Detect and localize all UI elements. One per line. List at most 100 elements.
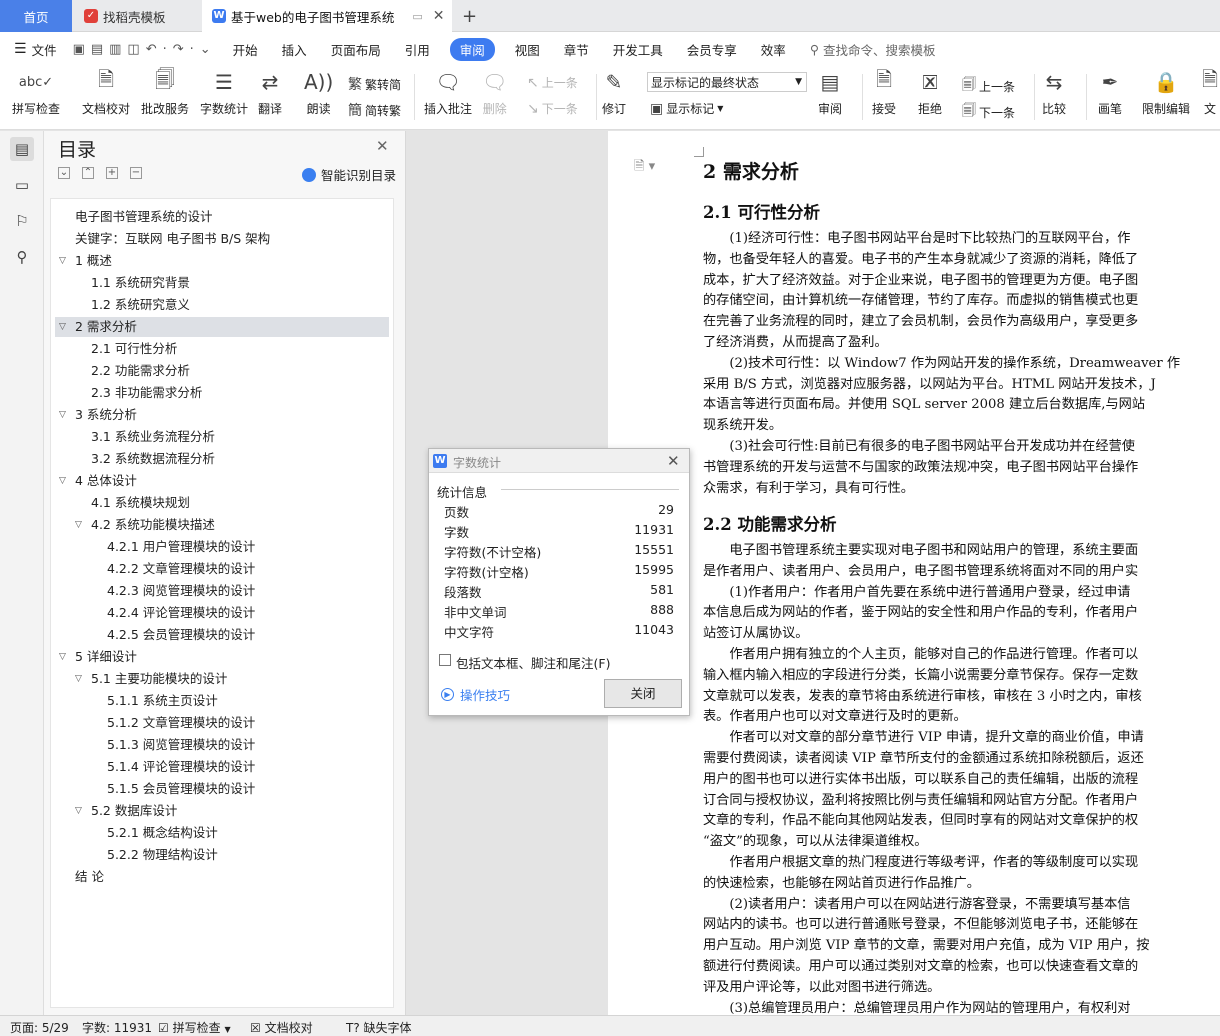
toc-item[interactable]: ▽ 5.1 主要功能模块的设计 — [55, 669, 389, 689]
proofread-button[interactable]: 🗎 文档校对 — [82, 66, 130, 117]
page-options-icon[interactable]: 🗎 ▾ — [634, 157, 655, 179]
tips-link[interactable]: ▶ 操作技巧 — [441, 685, 510, 704]
toc-item[interactable]: ▽ 2 需求分析 — [55, 317, 389, 337]
toc-item[interactable]: 4.1 系统模块规划 — [55, 493, 389, 513]
expand-arrow-icon[interactable]: ▽ — [59, 471, 66, 491]
tab-home[interactable]: 首页 — [0, 0, 72, 32]
insert-comment-button[interactable]: 🗨 插入批注 — [424, 66, 472, 117]
toc-item[interactable]: 5.2.2 物理结构设计 — [55, 845, 389, 865]
toc-item[interactable]: 5.1.3 阅览管理模块的设计 — [55, 735, 389, 755]
ribbon-tab[interactable]: 引用 — [393, 40, 442, 59]
ribbon-tab[interactable]: 开发工具 — [601, 40, 675, 59]
chapter-nav-icon[interactable]: ▭ — [10, 173, 34, 197]
expand-arrow-icon[interactable]: ▽ — [59, 647, 66, 667]
new-tab-button[interactable]: + — [462, 0, 482, 32]
toc-item[interactable]: 3.2 系统数据流程分析 — [55, 449, 389, 469]
ribbon-tab[interactable]: 页面布局 — [319, 40, 393, 59]
toc-item[interactable]: 结 论 — [55, 867, 389, 887]
next-comment-button[interactable]: ↘ 下一条 — [527, 100, 578, 117]
file-menu[interactable]: ☰ 文件 — [0, 40, 69, 59]
close-icon[interactable]: ✕ — [376, 137, 389, 155]
review-pane-button[interactable]: ▤ 审阅 — [818, 66, 842, 117]
trad-to-simp-button[interactable]: 繁繁转简 — [348, 74, 401, 94]
restrict-edit-button[interactable]: 🔒 限制编辑 — [1142, 66, 1190, 117]
prev-comment-button[interactable]: ↖ 上一条 — [527, 74, 578, 91]
ink-button[interactable]: ✒ 画笔 — [1098, 66, 1122, 117]
expand-arrow-icon[interactable]: ▽ — [59, 405, 66, 425]
spell-check-status[interactable]: ☑ 拼写检查 ▼ — [158, 1019, 231, 1036]
toc-panel-icon[interactable]: ▤ — [10, 137, 34, 161]
toc-item[interactable]: 4.2.4 评论管理模块的设计 — [55, 603, 389, 623]
toc-item[interactable]: ▽ 5.2 数据库设计 — [55, 801, 389, 821]
toc-item[interactable]: 5.1.5 会员管理模块的设计 — [55, 779, 389, 799]
word-count-indicator[interactable]: 字数: 11931 — [82, 1019, 152, 1036]
expand-arrow-icon[interactable]: ▽ — [59, 251, 66, 271]
reject-button[interactable]: 🗷 拒绝 — [918, 66, 942, 117]
add-heading-icon[interactable]: + — [106, 167, 118, 179]
compare-button[interactable]: ⇆ 比较 — [1042, 66, 1066, 117]
tab-document[interactable]: W 基于web的电子图书管理系统 ▭ ✕ — [202, 0, 452, 32]
close-icon[interactable]: ✕ — [667, 452, 680, 470]
translate-button[interactable]: ⇄ 翻译 — [258, 66, 282, 117]
toc-item[interactable]: 2.1 可行性分析 — [55, 339, 389, 359]
toc-item[interactable]: 2.2 功能需求分析 — [55, 361, 389, 381]
toc-item[interactable]: ▽ 4 总体设计 — [55, 471, 389, 491]
expand-up-icon[interactable]: ⌃ — [82, 167, 94, 179]
toc-item[interactable]: 4.2.5 会员管理模块的设计 — [55, 625, 389, 645]
dialog-title-bar[interactable]: W 字数统计 ✕ — [429, 449, 689, 473]
doc-permission-button[interactable]: 🗎 文 — [1202, 66, 1218, 117]
ribbon-tab[interactable]: 插入 — [270, 40, 319, 59]
include-notes-checkbox[interactable] — [439, 654, 451, 666]
ribbon-tab[interactable]: 章节 — [552, 40, 601, 59]
markup-select[interactable]: 显示标记的最终状态 ▼ — [647, 72, 807, 92]
ribbon-tab[interactable]: 效率 — [749, 40, 798, 59]
toc-item[interactable]: 4.2.2 文章管理模块的设计 — [55, 559, 389, 579]
remove-heading-icon[interactable]: − — [130, 167, 142, 179]
read-aloud-button[interactable]: A)) 朗读 — [304, 66, 333, 117]
tab-close-icon[interactable]: ✕ — [433, 8, 445, 24]
toc-item[interactable]: 电子图书管理系统的设计 — [55, 207, 389, 227]
document-page[interactable]: 🗎 ▾ 2 需求分析 2.1 可行性分析 (1)经济可行性：电子图书网站平台是时… — [608, 131, 1220, 1015]
toc-item[interactable]: 2.3 非功能需求分析 — [55, 383, 389, 403]
show-markup-button[interactable]: ▣ 显示标记 ▼ — [650, 100, 723, 117]
toc-item[interactable]: 5.1.2 文章管理模块的设计 — [55, 713, 389, 733]
expand-arrow-icon[interactable]: ▽ — [59, 317, 66, 337]
toc-item[interactable]: ▽ 1 概述 — [55, 251, 389, 271]
include-notes-label[interactable]: 包括文本框、脚注和尾注(F) — [456, 653, 610, 672]
toc-item[interactable]: 关键字：互联网 电子图书 B/S 架构 — [55, 229, 389, 249]
toc-item[interactable]: ▽ 4.2 系统功能模块描述 — [55, 515, 389, 535]
pin-icon[interactable]: ▭ — [412, 10, 422, 23]
close-button[interactable]: 关闭 — [604, 679, 682, 708]
toc-item[interactable]: 1.2 系统研究意义 — [55, 295, 389, 315]
toc-item[interactable]: 1.1 系统研究背景 — [55, 273, 389, 293]
track-changes-button[interactable]: ✎ 修订 — [602, 66, 626, 117]
simp-to-trad-button[interactable]: 簡简转繁 — [348, 100, 401, 120]
proofread-status[interactable]: ☒ 文档校对 — [250, 1019, 313, 1036]
ribbon-tab[interactable]: 开始 — [221, 40, 270, 59]
smart-toc-button[interactable]: 智能识别目录 — [302, 165, 396, 184]
toc-item[interactable]: 3.1 系统业务流程分析 — [55, 427, 389, 447]
toc-item[interactable]: 5.1.1 系统主页设计 — [55, 691, 389, 711]
search-icon[interactable]: ⚲ — [10, 245, 34, 269]
delete-comment-button[interactable]: 🗨 删除 — [482, 66, 507, 117]
toc-item[interactable]: ▽ 5 详细设计 — [55, 647, 389, 667]
bookmark-icon[interactable]: ⚐ — [10, 209, 34, 233]
ribbon-tab[interactable]: 视图 — [503, 40, 552, 59]
collapse-all-icon[interactable]: ⌄ — [58, 167, 70, 179]
batch-service-button[interactable]: 🗐 批改服务 — [141, 66, 189, 117]
ribbon-tab[interactable]: 会员专享 — [675, 40, 749, 59]
accept-button[interactable]: 🗎 接受 — [872, 66, 896, 117]
ribbon-tab[interactable]: 审阅 — [449, 37, 495, 61]
word-count-button[interactable]: ☰ 字数统计 — [200, 66, 248, 117]
command-search[interactable]: ⚲ 查找命令、搜索模板 — [798, 40, 948, 59]
prev-change-button[interactable]: 🗐 上一条 — [962, 74, 1015, 98]
toc-item[interactable]: ▽ 3 系统分析 — [55, 405, 389, 425]
page-indicator[interactable]: 页面: 5/29 — [10, 1019, 69, 1036]
toc-item[interactable]: 5.2.1 概念结构设计 — [55, 823, 389, 843]
toc-item[interactable]: 4.2.1 用户管理模块的设计 — [55, 537, 389, 557]
expand-arrow-icon[interactable]: ▽ — [75, 801, 82, 821]
missing-font-status[interactable]: T? 缺失字体 — [346, 1019, 412, 1036]
next-change-button[interactable]: 🗐 下一条 — [962, 100, 1015, 124]
tab-template[interactable]: ✓ 找稻壳模板 — [74, 0, 200, 32]
spell-check-button[interactable]: abc✓ 拼写检查 — [12, 66, 60, 117]
